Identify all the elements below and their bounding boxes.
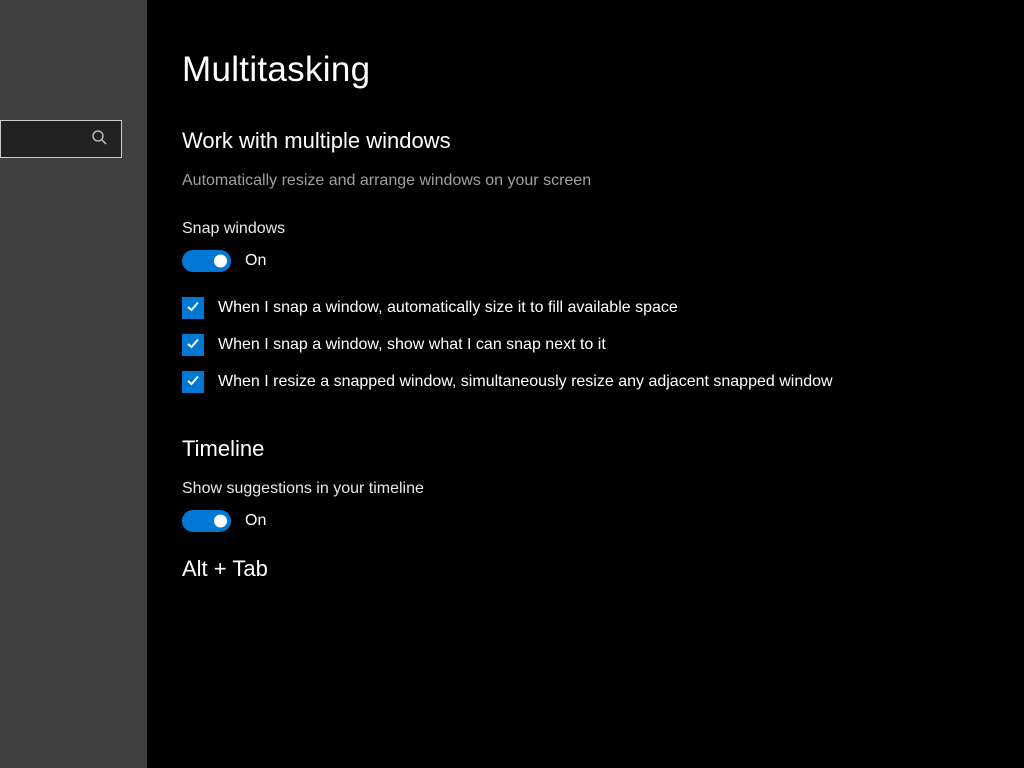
checkbox-row-resize: When I resize a snapped window, simultan… <box>182 370 862 393</box>
section-alttab: Alt + Tab <box>182 556 1024 582</box>
check-icon <box>185 372 201 393</box>
checkbox-label-autosize: When I snap a window, automatically size… <box>218 296 678 319</box>
snap-windows-toggle[interactable] <box>182 250 231 272</box>
section-desc-windows: Automatically resize and arrange windows… <box>182 172 1024 190</box>
timeline-suggestions-toggle-row: On <box>182 510 1024 532</box>
snap-windows-toggle-state: On <box>245 252 266 270</box>
snap-windows-toggle-row: On <box>182 250 1024 272</box>
section-windows: Work with multiple windows Automatically… <box>182 128 1024 394</box>
check-icon <box>185 298 201 319</box>
checkbox-resize[interactable] <box>182 371 204 393</box>
section-timeline: Timeline Show suggestions in your timeli… <box>182 436 1024 532</box>
search-icon <box>91 129 107 150</box>
checkbox-row-shownext: When I snap a window, show what I can sn… <box>182 333 862 356</box>
checkbox-shownext[interactable] <box>182 334 204 356</box>
checkbox-autosize[interactable] <box>182 297 204 319</box>
timeline-suggestions-toggle[interactable] <box>182 510 231 532</box>
checkbox-label-resize: When I resize a snapped window, simultan… <box>218 370 833 393</box>
section-heading-timeline: Timeline <box>182 436 1024 462</box>
timeline-suggestions-label: Show suggestions in your timeline <box>182 480 1024 498</box>
timeline-suggestions-toggle-state: On <box>245 512 266 530</box>
toggle-knob <box>214 255 227 268</box>
page-title: Multitasking <box>182 50 1024 90</box>
section-heading-alttab: Alt + Tab <box>182 556 1024 582</box>
checkbox-row-autosize: When I snap a window, automatically size… <box>182 296 862 319</box>
search-input[interactable] <box>0 120 122 158</box>
toggle-knob <box>214 514 227 527</box>
snap-windows-label: Snap windows <box>182 220 1024 238</box>
section-heading-windows: Work with multiple windows <box>182 128 1024 154</box>
check-icon <box>185 335 201 356</box>
main-content: Multitasking Work with multiple windows … <box>147 0 1024 768</box>
checkbox-label-shownext: When I snap a window, show what I can sn… <box>218 333 606 356</box>
sidebar <box>0 0 147 768</box>
